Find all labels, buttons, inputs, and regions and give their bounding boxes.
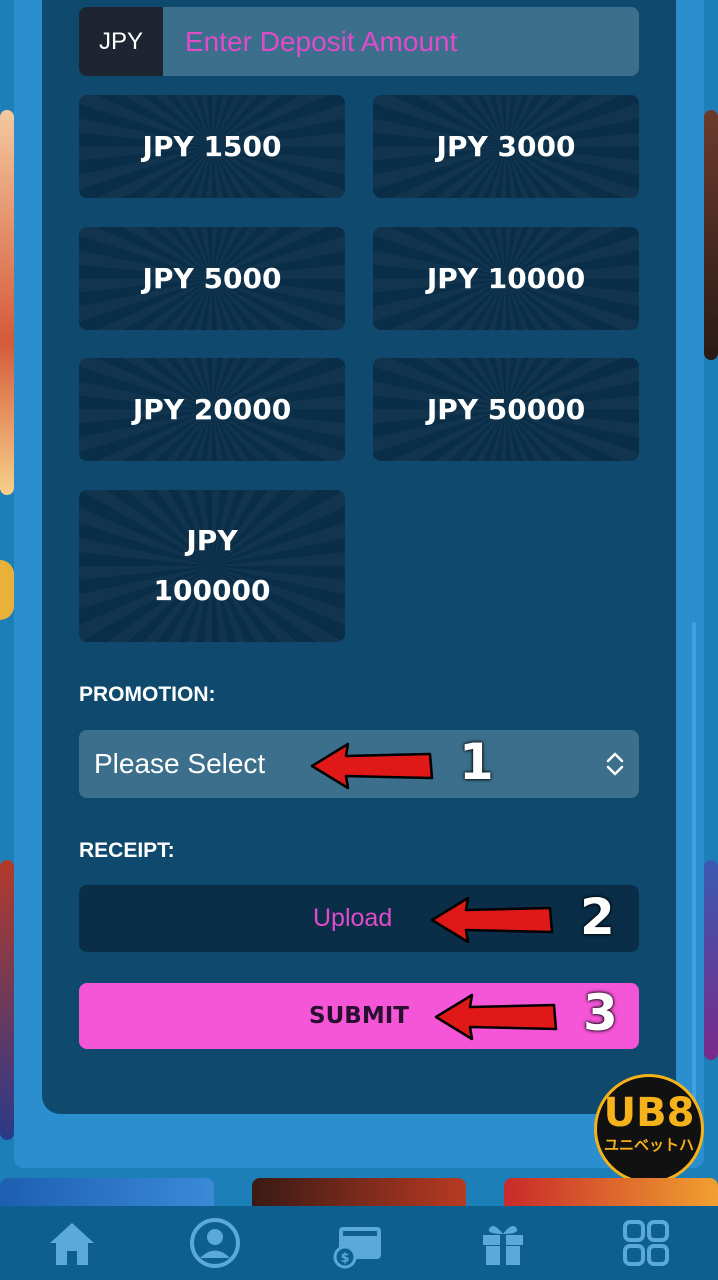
promotion-label: PROMOTION:: [79, 683, 216, 706]
game-thumbnail[interactable]: [504, 1178, 718, 1208]
gift-icon: [482, 1225, 523, 1265]
bottom-nav: $: [0, 1206, 718, 1280]
upload-label: Upload: [313, 904, 393, 932]
preset-amount-button[interactable]: JPY 10000: [373, 227, 639, 330]
preset-amount-button[interactable]: JPY 3000: [373, 95, 639, 198]
ub8-logo: UB8 ユニベットハ: [594, 1074, 704, 1184]
background-game-art: [704, 860, 718, 1060]
background-game-art: [704, 110, 718, 360]
annotation-arrow-icon: [434, 993, 558, 1041]
annotation-number: 1: [459, 733, 494, 791]
home-icon: [49, 1223, 94, 1265]
game-thumbnail-strip: [0, 1178, 718, 1208]
nav-menu[interactable]: [574, 1206, 718, 1280]
grid-menu-icon: [623, 1220, 670, 1266]
background-game-art: [0, 860, 14, 1140]
profile-icon: [190, 1218, 241, 1268]
currency-tag: JPY: [79, 7, 163, 76]
nav-profile[interactable]: [144, 1206, 288, 1280]
annotation-number: 2: [580, 888, 615, 946]
deposit-amount-input[interactable]: [163, 7, 639, 76]
game-thumbnail[interactable]: [252, 1178, 466, 1208]
nav-home[interactable]: [0, 1206, 144, 1280]
background-game-art: [0, 560, 14, 620]
preset-amount-button[interactable]: JPY 1500: [79, 95, 345, 198]
annotation-number: 3: [583, 984, 618, 1042]
annotation-arrow-icon: [310, 742, 434, 790]
annotation-arrow-icon: [430, 896, 554, 944]
preset-amount-button[interactable]: JPY 50000: [373, 358, 639, 461]
logo-subtext: ユニベットハ: [603, 1136, 694, 1154]
logo-text: UB8: [603, 1090, 695, 1136]
svg-text:$: $: [340, 1251, 349, 1266]
preset-amount-button[interactable]: JPY 5000: [79, 227, 345, 330]
deposit-amount-row: JPY: [79, 7, 639, 76]
preset-amount-button[interactable]: JPY 20000: [79, 358, 345, 461]
wallet-icon: $: [333, 1227, 381, 1269]
game-thumbnail[interactable]: [0, 1178, 214, 1208]
nav-wallet[interactable]: $: [287, 1206, 431, 1280]
receipt-label: RECEIPT:: [79, 839, 175, 862]
promotion-select-value: Please Select: [94, 748, 266, 779]
updown-chevron-icon: [606, 752, 624, 776]
panel-scrollbar[interactable]: [692, 622, 696, 1102]
nav-gift[interactable]: [431, 1206, 575, 1280]
preset-amount-button[interactable]: JPY 100000: [79, 490, 345, 642]
background-game-art: [0, 110, 14, 495]
